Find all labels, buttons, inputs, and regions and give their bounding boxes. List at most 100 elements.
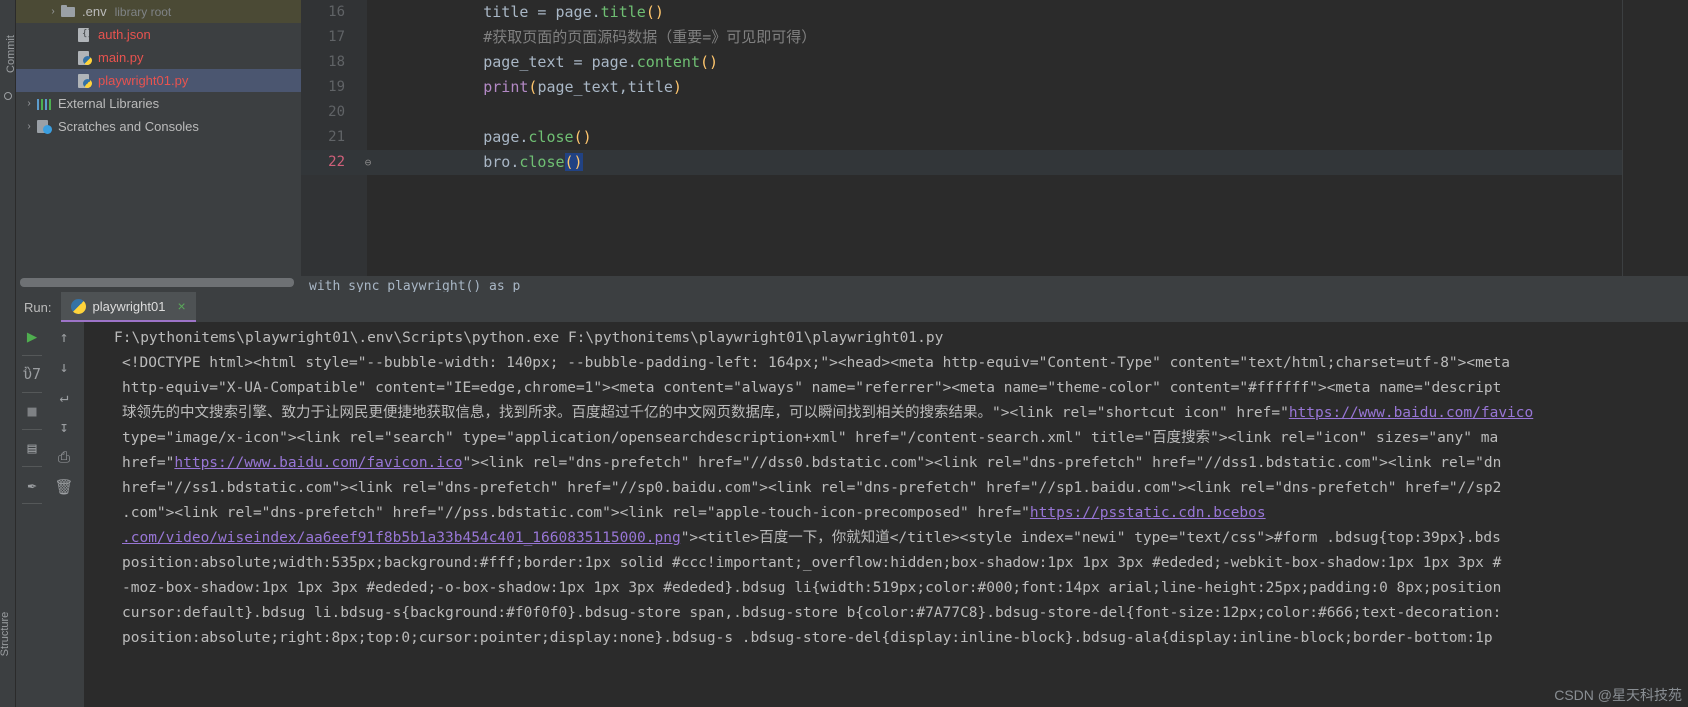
print-button[interactable]: ⎙ <box>48 442 80 472</box>
code-line[interactable]: 18 page_text = page.content() <box>301 50 1688 75</box>
line-number: 20 <box>328 104 345 120</box>
console-text: position:absolute;width:535px;background… <box>122 555 1502 571</box>
python-icon <box>71 298 87 314</box>
console-text: "><title>百度一下，你就知道</title><style index="… <box>680 530 1501 546</box>
console-line: .com/video/wiseindex/aa6eef91f8b5b1a33b4… <box>84 526 1688 551</box>
chevron-right-icon[interactable]: › <box>22 121 36 132</box>
fold-marker-icon[interactable]: ⊖ <box>361 150 375 175</box>
tree-item--env[interactable]: › .env library root <box>16 0 301 23</box>
code-line[interactable]: 19 print(page_text,title) <box>301 75 1688 100</box>
console-text: type="image/x-icon"><link rel="search" t… <box>122 430 1499 446</box>
code-token: () <box>573 128 592 146</box>
line-number: 21 <box>328 129 345 145</box>
pycharm-window: Commit Structure › .env library root auth.j… <box>0 0 1688 707</box>
console-text: href=" <box>122 455 175 471</box>
console-text: href="//ss1.bdstatic.com"><link rel="dns… <box>122 480 1502 496</box>
tree-item-label: auth.json <box>98 27 151 42</box>
up-arrow-button[interactable]: ↑ <box>48 322 80 352</box>
console-line: -moz-box-shadow:1px 1px 3px #ededed;-o-b… <box>84 576 1688 601</box>
tree-item-playwright01-py[interactable]: playwright01.py <box>16 69 301 92</box>
console-text: .com"><link rel="dns-prefetch" href="//p… <box>122 505 1030 521</box>
line-number: 16 <box>328 4 345 20</box>
code-line[interactable]: 16 title = page.title() <box>301 0 1688 25</box>
run-tab-label: playwright01 <box>92 298 166 314</box>
python-file-icon <box>76 50 94 66</box>
code-text: page.close() <box>411 125 592 150</box>
console-line: position:absolute;width:535px;background… <box>84 551 1688 576</box>
code-token: title <box>600 3 646 21</box>
tree-item-main-py[interactable]: main.py <box>16 46 301 69</box>
console-link[interactable]: https://www.baidu.com/favicon.ico <box>174 455 462 471</box>
console-text: 球领先的中文搜索引擎、致力于让网民更便捷地获取信息，找到所求。百度超过千亿的中文… <box>122 405 1289 421</box>
commit-icon[interactable] <box>4 92 12 100</box>
tree-item-sublabel: library root <box>114 4 172 19</box>
tree-item-label: Scratches and Consoles <box>58 119 199 134</box>
tree-item-label: playwright01.py <box>98 73 189 88</box>
code-token: () <box>700 53 719 71</box>
code-line[interactable]: 22 ⊖ bro.close() <box>301 150 1688 175</box>
code-editor[interactable]: 16 title = page.title() 17 #获取页面的页面源码数据（重… <box>301 0 1688 276</box>
settings-wrench-icon[interactable]: ὒ7 <box>16 359 48 389</box>
structure-tool-label[interactable]: Structure <box>0 604 11 664</box>
code-token: print <box>483 78 529 96</box>
rerun-button[interactable]: ▶ <box>16 322 48 352</box>
code-token: = <box>564 53 592 71</box>
run-header: Run: playwright01 × <box>16 292 1688 322</box>
console-output[interactable]: F:\pythonitems\playwright01\.env\Scripts… <box>84 322 1688 707</box>
console-line: href="//ss1.bdstatic.com"><link rel="dns… <box>84 476 1688 501</box>
code-token: . <box>627 53 637 71</box>
console-link[interactable]: .com/video/wiseindex/aa6eef91f8b5b1a33b4… <box>122 530 681 546</box>
left-tool-strip: Commit Structure <box>0 0 17 707</box>
run-label: Run: <box>24 299 52 315</box>
console-text: "><link rel="dns-prefetch" href="//dss0.… <box>462 455 1502 471</box>
code-token: page <box>483 128 520 146</box>
code-token: . <box>591 3 601 21</box>
console-text: cursor:default}.bdsug li.bdsug-s{backgro… <box>122 605 1502 621</box>
console-link[interactable]: https://psstatic.cdn.bcebos <box>1030 505 1266 521</box>
tree-item-external-libraries[interactable]: › External Libraries <box>16 92 301 115</box>
run-tool-window: Run: playwright01 × ▶ ὒ7 ■ ▤ ✒ ↑ ↓ ↵ ↧ ⎙ 🗑 F:\pyt… <box>16 292 1688 707</box>
scroll-to-end-button[interactable]: ↧ <box>48 412 80 442</box>
code-token: close <box>528 128 574 146</box>
watermark: CSDN @星天科技苑 <box>1554 687 1682 703</box>
tree-item-scratches-and-consoles[interactable]: › Scratches and Consoles <box>16 115 301 138</box>
soft-wrap-button[interactable]: ↵ <box>48 382 80 412</box>
code-line[interactable]: 17 #获取页面的页面源码数据（重要=》可见即可得） <box>301 25 1688 50</box>
toolbar-divider <box>22 429 42 430</box>
console-line: F:\pythonitems\playwright01\.env\Scripts… <box>84 326 1688 351</box>
console-link[interactable]: https://www.baidu.com/favico <box>1289 405 1533 421</box>
toolbar-divider <box>22 503 42 504</box>
code-line[interactable]: 20 <box>301 100 1688 125</box>
code-line[interactable]: 21 page.close() <box>301 125 1688 150</box>
tree-horizontal-scrollbar[interactable] <box>20 278 294 287</box>
chevron-right-icon[interactable]: › <box>46 6 60 17</box>
pin-button[interactable]: ✒ <box>16 470 48 500</box>
console-text: -moz-box-shadow:1px 1px 3px #ededed;-o-b… <box>122 580 1502 596</box>
close-icon[interactable]: × <box>177 298 185 314</box>
trash-button[interactable]: 🗑 <box>48 472 80 502</box>
layout-button[interactable]: ▤ <box>16 433 48 463</box>
line-number: 22 <box>328 154 345 170</box>
down-arrow-button[interactable]: ↓ <box>48 352 80 382</box>
stop-button[interactable]: ■ <box>16 396 48 426</box>
console-line: cursor:default}.bdsug li.bdsug-s{backgro… <box>84 601 1688 626</box>
tree-item-auth-json[interactable]: auth.json <box>16 23 301 46</box>
console-text: <!DOCTYPE html><html style="--bubble-wid… <box>122 355 1511 371</box>
scratches-icon <box>36 119 54 135</box>
code-text: print(page_text,title) <box>411 75 682 100</box>
run-tab-playwright01[interactable]: playwright01 × <box>61 292 196 322</box>
code-token: close <box>519 153 565 171</box>
console-line: <!DOCTYPE html><html style="--bubble-wid… <box>84 351 1688 376</box>
console-line: 球领先的中文搜索引擎、致力于让网民更便捷地获取信息，找到所求。百度超过千亿的中文… <box>84 401 1688 426</box>
code-token: () <box>645 3 664 21</box>
toolbar-divider <box>22 466 42 467</box>
python-file-icon <box>76 73 94 89</box>
code-token: page_text,title <box>537 78 673 96</box>
chevron-right-icon[interactable]: › <box>22 98 36 109</box>
console-line: position:absolute;right:8px;top:0;cursor… <box>84 626 1688 651</box>
line-number: 19 <box>328 79 345 95</box>
code-token: content <box>636 53 700 71</box>
